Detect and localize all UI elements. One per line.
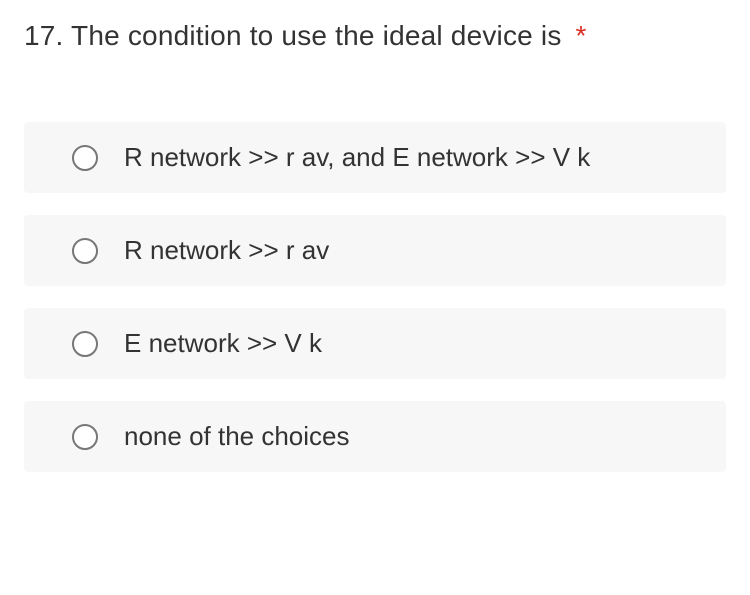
radio-icon[interactable] — [72, 424, 98, 450]
option-label: R network >> r av — [124, 233, 329, 268]
radio-icon[interactable] — [72, 145, 98, 171]
options-list: R network >> r av, and E network >> V k … — [24, 122, 726, 472]
question-text: The condition to use the ideal device is — [71, 20, 562, 51]
radio-icon[interactable] — [72, 331, 98, 357]
option-row[interactable]: R network >> r av, and E network >> V k — [24, 122, 726, 193]
option-row[interactable]: R network >> r av — [24, 215, 726, 286]
required-asterisk: * — [576, 20, 587, 51]
question-number: 17. — [24, 20, 64, 51]
option-label: E network >> V k — [124, 326, 322, 361]
option-label: R network >> r av, and E network >> V k — [124, 140, 590, 175]
radio-icon[interactable] — [72, 238, 98, 264]
option-row[interactable]: none of the choices — [24, 401, 726, 472]
option-row[interactable]: E network >> V k — [24, 308, 726, 379]
option-label: none of the choices — [124, 419, 350, 454]
question-title: 17. The condition to use the ideal devic… — [24, 20, 726, 52]
